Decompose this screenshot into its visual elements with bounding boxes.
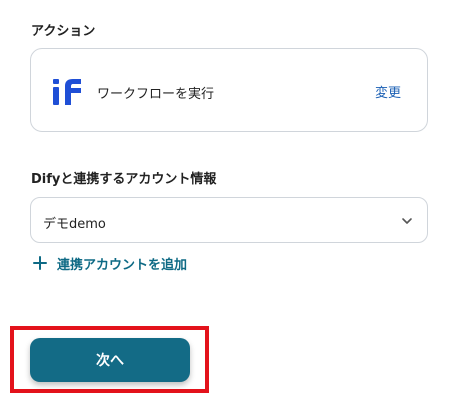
dify-logo-icon <box>53 79 81 105</box>
settings-page: アクション ワークフローを実行 変更 Difyと連携するアカウント情報 デモde… <box>0 0 460 400</box>
action-name: ワークフローを実行 <box>97 87 215 102</box>
add-account-label: 連携アカウントを追加 <box>57 257 188 273</box>
action-section-label: アクション <box>31 24 96 39</box>
next-button-label: 次へ <box>96 353 124 369</box>
next-button[interactable]: 次へ <box>30 338 190 382</box>
account-section-label: Difyと連携するアカウント情報 <box>31 172 217 187</box>
selected-account-value: デモdemo <box>43 217 106 232</box>
account-select[interactable]: デモdemo <box>30 197 428 243</box>
chevron-down-icon <box>402 218 412 224</box>
plus-icon <box>33 256 47 270</box>
change-action-link[interactable]: 変更 <box>375 82 401 101</box>
action-card: ワークフローを実行 変更 <box>30 48 428 132</box>
add-account-link[interactable]: 連携アカウントを追加 <box>33 253 187 273</box>
